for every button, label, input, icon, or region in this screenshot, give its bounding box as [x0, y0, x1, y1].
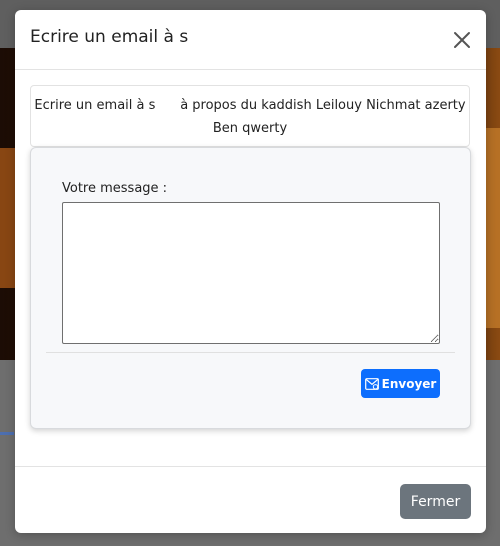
- message-textarea[interactable]: [62, 202, 440, 344]
- message-label: Votre message :: [62, 181, 168, 196]
- close-button[interactable]: [450, 28, 474, 52]
- form-divider: [46, 352, 455, 353]
- email-modal: Ecrire un email à s Ecrire un email à s …: [15, 10, 486, 533]
- intro-box: Ecrire un email à s à propos du kaddish …: [30, 85, 470, 147]
- intro-text: Ecrire un email à s à propos du kaddish …: [34, 98, 466, 136]
- send-button-label: Envoyer: [381, 376, 437, 391]
- close-icon: [454, 32, 470, 48]
- background-link-fragment: [0, 405, 14, 435]
- close-footer-button[interactable]: Fermer: [400, 484, 471, 519]
- send-button[interactable]: Envoyer: [361, 369, 440, 398]
- envelope-icon: [364, 377, 379, 390]
- message-form: Votre message : Envoyer: [30, 147, 471, 429]
- modal-title: Ecrire un email à s: [30, 27, 227, 47]
- modal-footer: Fermer: [15, 466, 486, 533]
- modal-header: Ecrire un email à s: [15, 10, 486, 70]
